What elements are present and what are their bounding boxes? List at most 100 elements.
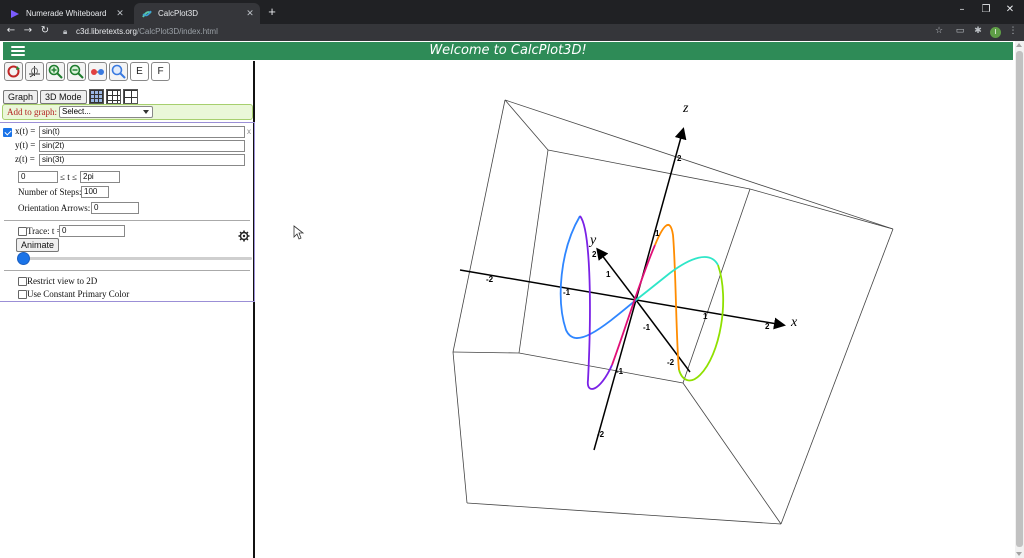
lock-icon: 🔒︎ [63, 27, 68, 36]
page-content: Welcome to CalcPlot3D! E F Graph 3D Mode… [0, 41, 1024, 558]
tick-y-1: 1 [606, 270, 611, 279]
z-expression-input[interactable]: sin(3t) [39, 154, 245, 166]
control-panel: E F Graph 3D Mode Add to graph: Select..… [0, 61, 255, 558]
graph-button[interactable]: Graph [3, 89, 39, 104]
tab-close-icon[interactable]: ✕ [114, 8, 126, 19]
z-label: z(t) = [15, 154, 35, 164]
restrict-2d-label: Restrict view to 2D [27, 276, 98, 286]
zoom-in-icon[interactable] [46, 62, 65, 81]
t-max-input[interactable]: 2pi [80, 171, 120, 183]
grid-medium-icon[interactable] [105, 89, 121, 104]
arrows-label: Orientation Arrows: [18, 203, 91, 213]
add-to-graph-select[interactable]: Select... [59, 106, 153, 118]
reload-icon[interactable]: ↻ [38, 25, 52, 36]
tick-y-neg2: -2 [667, 358, 675, 367]
tab-calcplot3d[interactable]: CalcPlot3D ✕ [134, 3, 260, 24]
remove-curve-button[interactable]: x [247, 127, 251, 136]
menu-kebab-icon[interactable]: ⋮ [1006, 26, 1020, 36]
x-label: x(t) = [15, 126, 36, 136]
trace-slider-track[interactable] [20, 257, 252, 260]
tick-y-2: 2 [592, 250, 597, 259]
animate-button[interactable]: Animate [16, 238, 60, 252]
steps-input[interactable]: 100 [81, 186, 109, 198]
zoom-out-icon[interactable] [67, 62, 86, 81]
new-tab-button[interactable]: + [264, 4, 280, 19]
divider [4, 270, 250, 271]
tick-x-2: 2 [765, 322, 770, 331]
grid-small-icon[interactable] [88, 89, 104, 104]
back-arrow-icon[interactable]: ← [4, 25, 18, 36]
y-axis [596, 247, 637, 301]
add-to-graph-label: Add to graph: [7, 107, 57, 117]
tab-numerade-whiteboard[interactable]: Numerade Whiteboard ✕ [2, 3, 130, 24]
e-button[interactable]: E [130, 62, 149, 81]
browser-tabstrip: Numerade Whiteboard ✕ CalcPlot3D ✕ + – ❐… [0, 0, 1024, 24]
profile-avatar[interactable]: I [990, 27, 1001, 38]
mode-row: Graph 3D Mode [3, 89, 138, 104]
scroll-down-icon[interactable] [1016, 552, 1022, 556]
scroll-thumb[interactable] [1016, 51, 1023, 547]
address-bar[interactable]: 🔒︎ c3d.libretexts.org/CalcPlot3D/index.h… [56, 25, 954, 40]
steps-label: Number of Steps: [18, 187, 82, 197]
axes-icon[interactable] [25, 62, 44, 81]
x-axis [459, 269, 786, 330]
extensions-icon[interactable]: ✱ [971, 26, 985, 36]
trace-checkbox[interactable] [18, 227, 27, 236]
cast-icon[interactable]: ▭ [953, 26, 967, 36]
space-curve-panel: x(t) = sin(t) x y(t) = sin(2t) z(t) = si… [0, 122, 255, 302]
x-expression-input[interactable]: sin(t) [39, 126, 245, 138]
forward-arrow-icon[interactable]: → [21, 25, 35, 36]
glasses-icon[interactable] [88, 62, 107, 81]
tick-y-neg1: -1 [643, 323, 651, 332]
tab-title: CalcPlot3D [158, 9, 199, 18]
zoom-box-icon[interactable] [109, 62, 128, 81]
chevron-down-icon [143, 110, 149, 114]
arrows-input[interactable]: 0 [91, 202, 139, 214]
trace-slider-thumb[interactable] [17, 252, 30, 265]
add-to-graph-bar: Add to graph: Select... [2, 104, 253, 120]
select-value: Select... [62, 107, 91, 116]
divider [4, 220, 250, 221]
url-text: c3d.libretexts.org/CalcPlot3D/index.html [76, 27, 218, 36]
restrict-2d-checkbox[interactable] [18, 277, 27, 286]
tick-z-neg2: -2 [597, 430, 605, 439]
mouse-cursor-icon [293, 225, 305, 240]
tick-x-neg2: -2 [486, 275, 494, 284]
tab-title: Numerade Whiteboard [26, 9, 107, 18]
t-range-label: ≤ t ≤ [60, 172, 77, 182]
window-close-icon[interactable]: ✕ [996, 4, 1024, 15]
bookmark-star-icon[interactable]: ☆ [932, 26, 946, 36]
trace-input[interactable]: 0 [59, 225, 125, 237]
3d-mode-button[interactable]: 3D Mode [40, 89, 87, 104]
t-min-input[interactable]: 0 [18, 171, 58, 183]
numerade-favicon-icon [11, 9, 19, 18]
curve-visible-checkbox[interactable] [3, 128, 12, 137]
calcplot-favicon-icon [142, 10, 152, 18]
tick-z-2: 2 [677, 154, 682, 163]
grid-large-icon[interactable] [122, 89, 138, 104]
tool-icons-row: E F [4, 62, 170, 82]
tick-x-neg1: -1 [563, 288, 571, 297]
rotate-icon[interactable] [4, 62, 23, 81]
browser-toolbar: ← → ↻ 🔒︎ c3d.libretexts.org/CalcPlot3D/i… [0, 24, 1024, 41]
y-axis-label: y [588, 233, 597, 248]
space-curve [559, 215, 725, 390]
plot-canvas[interactable]: z x y -2 -1 1 2 2 1 -1 -2 2 1 -1 -2 [257, 61, 1015, 558]
axes [459, 127, 786, 451]
tick-x-1: 1 [703, 312, 708, 321]
scroll-up-icon[interactable] [1016, 43, 1022, 47]
tick-z-1: 1 [655, 229, 660, 238]
gear-icon[interactable] [238, 230, 250, 242]
tab-close-icon[interactable]: ✕ [244, 8, 256, 19]
page-scrollbar[interactable] [1015, 41, 1024, 558]
constant-color-checkbox[interactable] [18, 290, 27, 299]
y-axis-negative [635, 299, 691, 373]
f-button[interactable]: F [151, 62, 170, 81]
z-axis-label: z [682, 101, 689, 116]
constant-color-label: Use Constant Primary Color [27, 289, 130, 299]
y-label: y(t) = [15, 140, 36, 150]
y-expression-input[interactable]: sin(2t) [39, 140, 245, 152]
page-title: Welcome to CalcPlot3D! [429, 43, 587, 58]
z-axis-negative [593, 299, 637, 451]
app-header: Welcome to CalcPlot3D! [3, 42, 1013, 60]
